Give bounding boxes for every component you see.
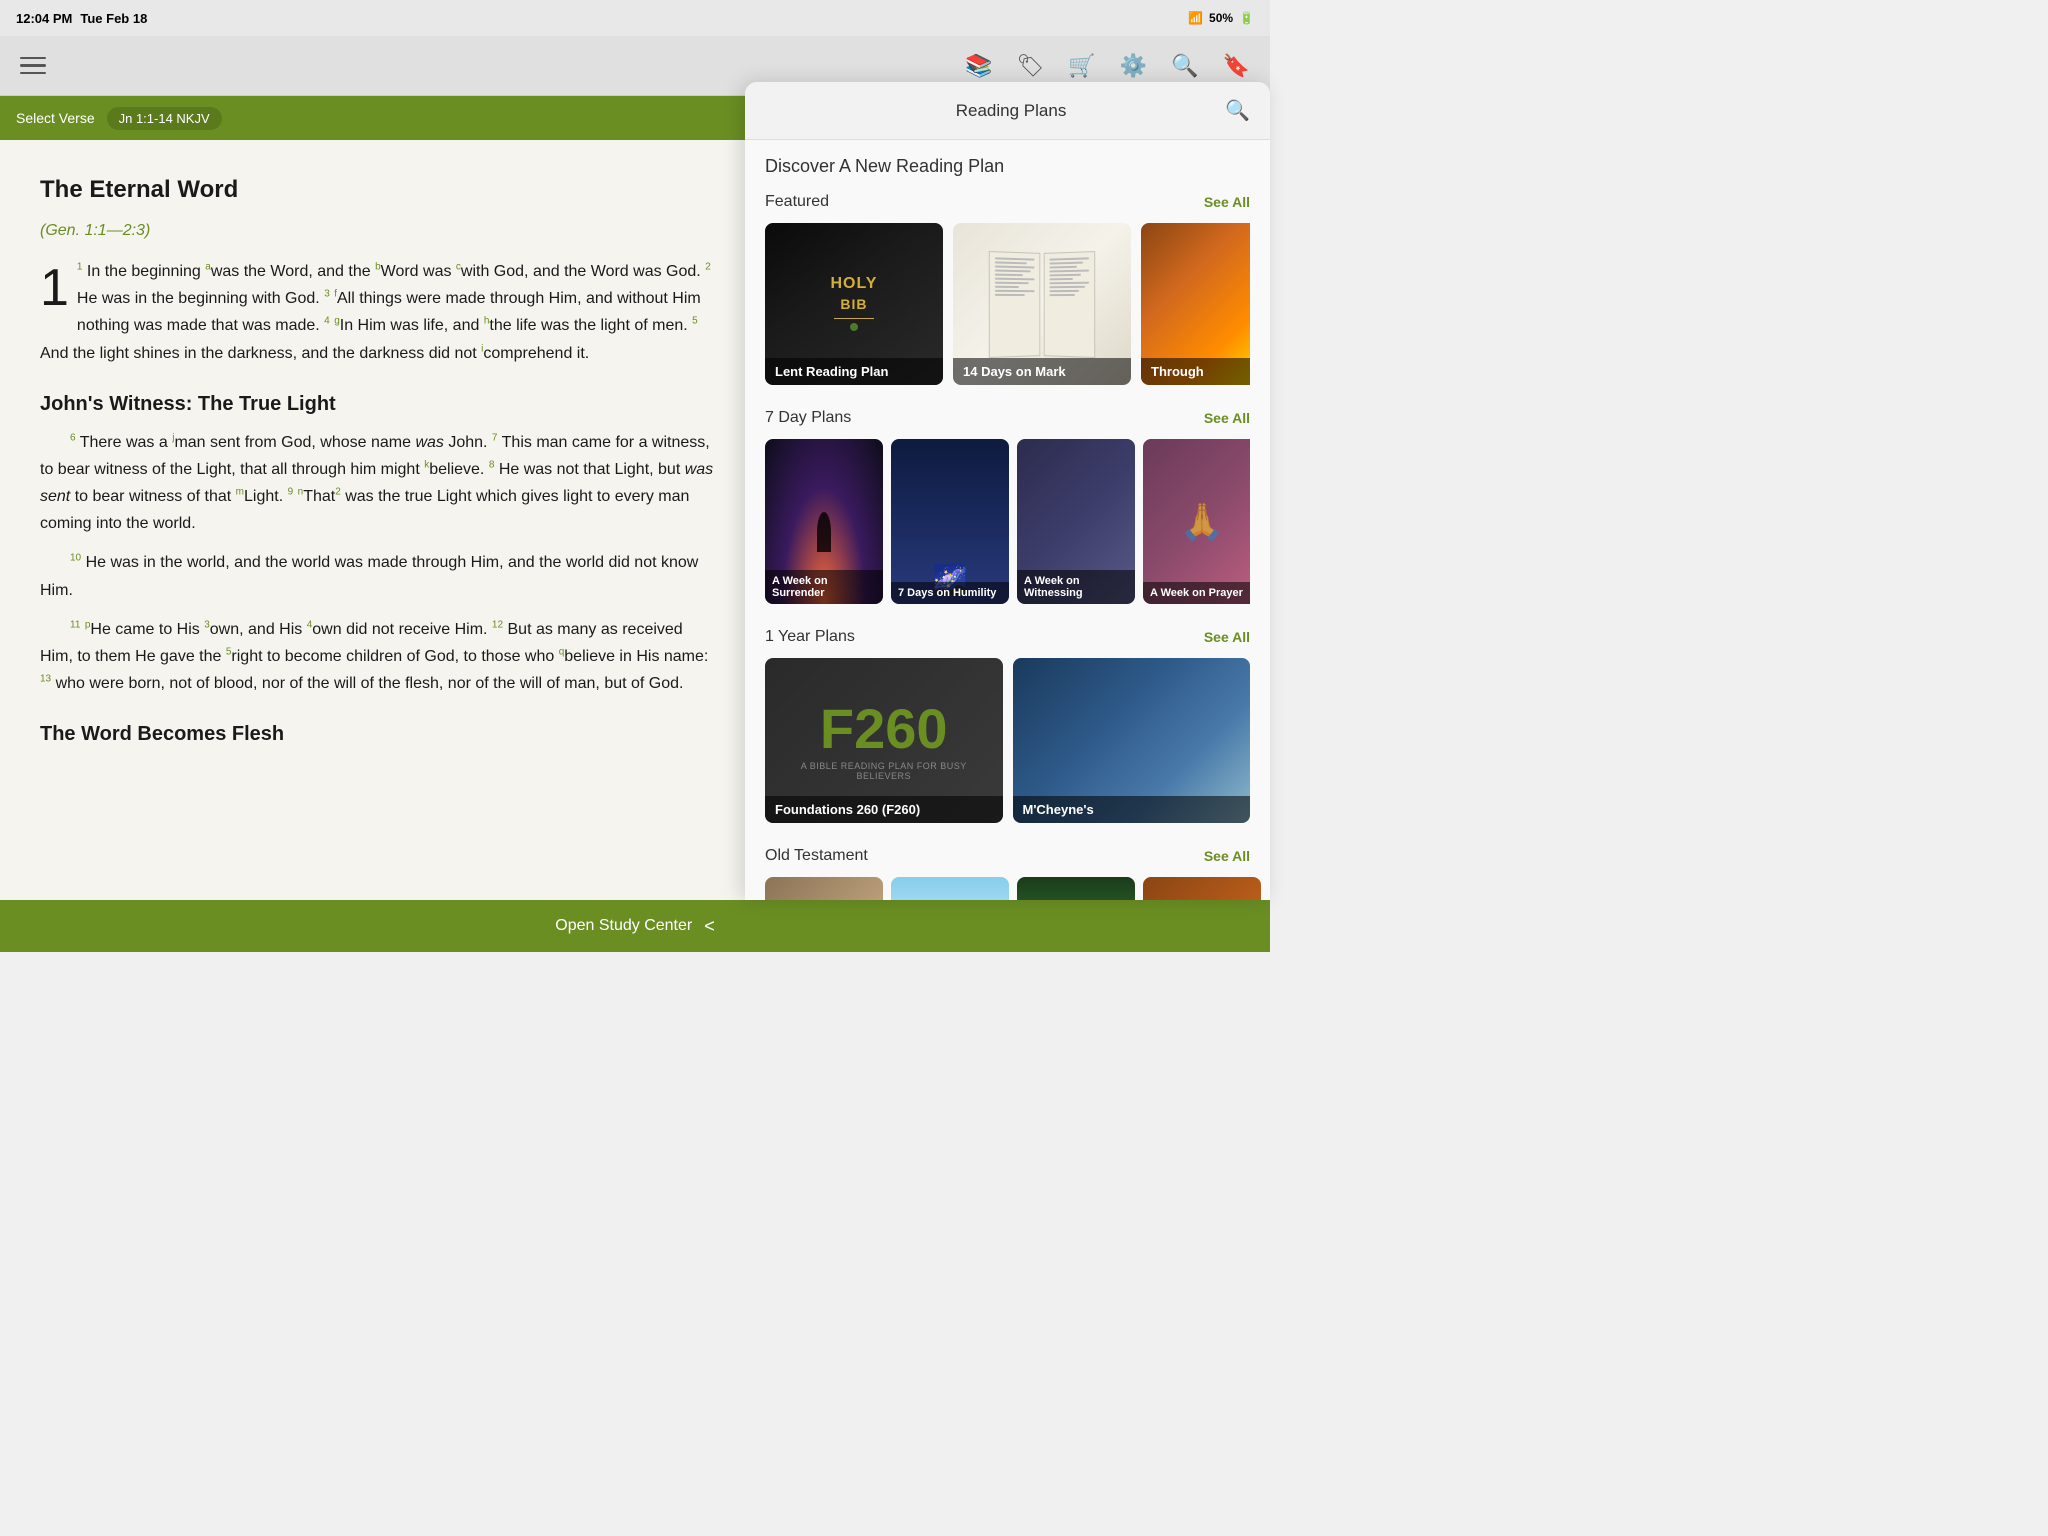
- search-icon[interactable]: 🔍: [1171, 53, 1198, 79]
- panel-search-icon[interactable]: 🔍: [1225, 98, 1250, 123]
- plan-card-witnessing[interactable]: A Week on Witnessing: [1017, 439, 1135, 604]
- featured-see-all[interactable]: See All: [1204, 194, 1250, 210]
- 14days-card-label: 14 Days on Mark: [953, 358, 1131, 385]
- verse-6-block: 6 There was a jman sent from God, whose …: [40, 429, 715, 538]
- ot-card-2[interactable]: [891, 877, 1009, 900]
- one-year-label: 1 Year Plans: [765, 628, 855, 646]
- bible-content: The Eternal Word (Gen. 1:1—2:3) 1 1 In t…: [0, 140, 755, 900]
- wifi-icon: 📶: [1188, 11, 1203, 25]
- ot-card-1[interactable]: [765, 877, 883, 900]
- status-right: 📶 50% 🔋: [1188, 11, 1254, 25]
- surrender-card-label: A Week on Surrender: [765, 570, 883, 604]
- panel-header: Reading Plans 🔍: [745, 82, 1270, 140]
- lent-card-label: Lent Reading Plan: [765, 358, 943, 385]
- toolbar-left: [20, 57, 46, 75]
- status-left: 12:04 PM Tue Feb 18: [16, 11, 147, 26]
- plan-card-prayer[interactable]: 🙏 A Week on Prayer: [1143, 439, 1250, 604]
- cross-reference[interactable]: (Gen. 1:1—2:3): [40, 217, 715, 244]
- featured-section-header: Featured See All: [765, 193, 1250, 211]
- featured-card-lent[interactable]: HOLY BIB Lent Reading Plan: [765, 223, 943, 385]
- old-testament-label: Old Testament: [765, 847, 868, 865]
- ot-card-3[interactable]: [1017, 877, 1135, 900]
- panel-title: Reading Plans: [797, 101, 1225, 121]
- bookshelf-icon[interactable]: 📚: [965, 53, 992, 79]
- humility-card-label: 7 Days on Humility: [891, 582, 1009, 604]
- year-plan-card-mccheyne[interactable]: M'Cheyne's: [1013, 658, 1251, 823]
- featured-card-through[interactable]: Through: [1141, 223, 1250, 385]
- bookmark-flag-icon[interactable]: 🏷: [1016, 53, 1044, 79]
- plan-card-humility[interactable]: 🌌 7 Days on Humility: [891, 439, 1009, 604]
- battery: 50%: [1209, 11, 1233, 25]
- plan-card-surrender[interactable]: A Week on Surrender: [765, 439, 883, 604]
- year-plans-row: F260 A BIBLE READING PLAN FOR BUSY BELIE…: [765, 658, 1250, 823]
- seven-day-row: A Week on Surrender 🌌 7 Days on Humility…: [765, 439, 1250, 604]
- chevron-left-icon: <: [704, 916, 715, 937]
- hamburger-menu[interactable]: [20, 57, 46, 75]
- verse-11-block: 11 pHe came to His 3own, and His 4own di…: [40, 616, 715, 698]
- witnessing-card-label: A Week on Witnessing: [1017, 570, 1135, 604]
- ot-card-4[interactable]: [1143, 877, 1261, 900]
- select-verse-button[interactable]: Select Verse: [16, 110, 95, 126]
- reading-plans-panel: Reading Plans 🔍 Discover A New Reading P…: [745, 82, 1270, 900]
- verse-10-block: 10 He was in the world, and the world wa…: [40, 549, 715, 603]
- bottom-bar[interactable]: Open Study Center <: [0, 900, 1270, 952]
- featured-label: Featured: [765, 193, 829, 211]
- settings-icon[interactable]: ⚙️: [1120, 53, 1147, 79]
- mccheyne-card-label: M'Cheyne's: [1013, 796, 1251, 823]
- seven-day-see-all[interactable]: See All: [1204, 410, 1250, 426]
- bookmark-icon[interactable]: 🔖: [1223, 53, 1250, 79]
- verse-1: 1 In the beginning awas the Word, and th…: [40, 263, 711, 362]
- one-year-section-header: 1 Year Plans See All: [765, 628, 1250, 646]
- time: 12:04 PM: [16, 11, 72, 26]
- prayer-card-label: A Week on Prayer: [1143, 582, 1250, 604]
- ot-row: [765, 877, 1250, 900]
- cart-icon[interactable]: 🛒: [1068, 53, 1095, 79]
- seven-day-label: 7 Day Plans: [765, 409, 851, 427]
- section-title-2: John's Witness: The True Light: [40, 387, 715, 421]
- featured-row: HOLY BIB Lent Reading Plan: [765, 223, 1250, 385]
- date: Tue Feb 18: [80, 11, 147, 26]
- old-testament-see-all[interactable]: See All: [1204, 848, 1250, 864]
- featured-card-14days[interactable]: 14 Days on Mark: [953, 223, 1131, 385]
- old-testament-section-header: Old Testament See All: [765, 847, 1250, 865]
- battery-icon: 🔋: [1239, 11, 1254, 25]
- panel-body: Discover A New Reading Plan Featured See…: [745, 140, 1270, 900]
- seven-day-section-header: 7 Day Plans See All: [765, 409, 1250, 427]
- verse-reference[interactable]: Jn 1:1-14 NKJV: [107, 107, 222, 130]
- chapter-block: 1 1 In the beginning awas the Word, and …: [40, 258, 715, 367]
- f260-card-label: Foundations 260 (F260): [765, 796, 1003, 823]
- chapter-number: 1: [40, 262, 69, 314]
- section-title-3: The Word Becomes Flesh: [40, 717, 715, 751]
- open-study-center-label: Open Study Center: [555, 917, 692, 935]
- chapter-title: The Eternal Word: [40, 170, 715, 211]
- discover-title: Discover A New Reading Plan: [765, 156, 1250, 177]
- year-plan-card-f260[interactable]: F260 A BIBLE READING PLAN FOR BUSY BELIE…: [765, 658, 1003, 823]
- toolbar-right: 📚 🏷 🛒 ⚙️ 🔍 🔖: [965, 53, 1250, 79]
- one-year-see-all[interactable]: See All: [1204, 629, 1250, 645]
- status-bar: 12:04 PM Tue Feb 18 📶 50% 🔋: [0, 0, 1270, 36]
- through-card-label: Through: [1141, 358, 1250, 385]
